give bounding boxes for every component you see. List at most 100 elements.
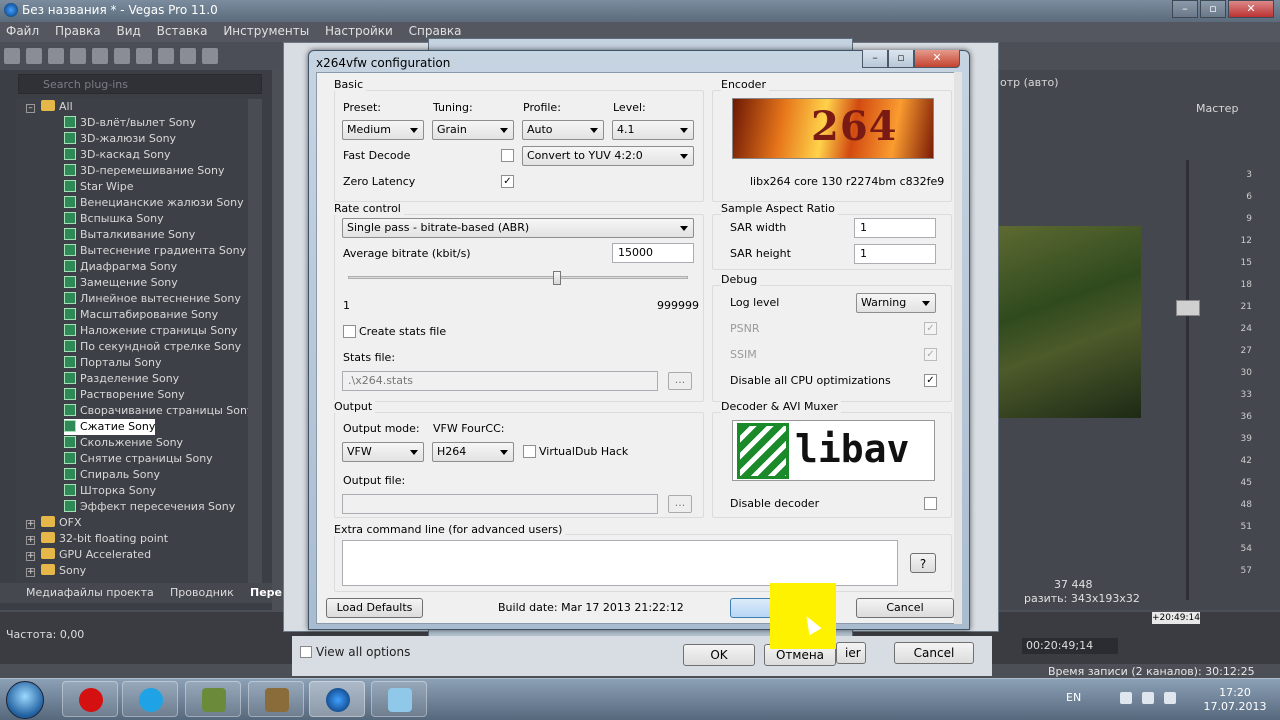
app-minimize-button[interactable]: –	[1172, 0, 1198, 18]
tree-root-all[interactable]: – All	[26, 99, 73, 115]
tab-transitions[interactable]: Пере	[250, 586, 282, 599]
bg-ier-button[interactable]: ier	[836, 642, 866, 664]
plugin-item[interactable]: Сворачивание страницы Sony	[64, 403, 253, 419]
bitrate-slider-track[interactable]	[348, 276, 688, 279]
cut-icon[interactable]	[114, 48, 130, 64]
stats-file-input[interactable]: .\x264.stats	[342, 371, 658, 391]
tab-explorer[interactable]: Проводник	[170, 586, 234, 599]
folder-item[interactable]: + OFX	[26, 515, 82, 531]
new-icon[interactable]	[4, 48, 20, 64]
master-fader-handle[interactable]	[1176, 300, 1200, 316]
fourcc-select[interactable]: H264	[432, 442, 514, 462]
output-file-input[interactable]	[342, 494, 658, 514]
ssim-checkbox[interactable]: ✓	[924, 348, 937, 361]
cursor-time-field[interactable]: 00:20:49;14	[1022, 638, 1118, 654]
plugin-item[interactable]: Растворение Sony	[64, 387, 185, 403]
plugin-search-input[interactable]: Search plug-ins	[18, 74, 262, 94]
average-bitrate-input[interactable]: 15000	[612, 243, 694, 263]
disable-decoder-checkbox[interactable]	[924, 497, 937, 510]
taskbar-app-3[interactable]	[371, 681, 427, 717]
plugin-tree[interactable]: – All 3D-влёт/вылет Sony 3D-жалюзи Sony 3D-к…	[16, 99, 253, 585]
expand-icon[interactable]: +	[26, 520, 35, 529]
fast-decode-checkbox[interactable]	[501, 149, 514, 162]
folder-item[interactable]: + Sony	[26, 563, 86, 579]
help-button[interactable]: ?	[910, 553, 936, 573]
plugin-item[interactable]: Шторка Sony	[64, 483, 156, 499]
psnr-checkbox[interactable]: ✓	[924, 322, 937, 335]
taskbar-app-2[interactable]	[248, 681, 304, 717]
app-maximize-button[interactable]: ▫	[1200, 0, 1226, 18]
app-close-button[interactable]: ✕	[1228, 0, 1274, 18]
load-defaults-button[interactable]: Load Defaults	[326, 598, 423, 618]
tray-language[interactable]: EN	[1066, 691, 1081, 704]
sar-height-input[interactable]: 1	[854, 244, 936, 264]
folder-item[interactable]: +32-bit floating point	[26, 531, 168, 547]
plugin-tree-scrollbar[interactable]	[248, 99, 262, 585]
tuning-select[interactable]: Grain	[432, 120, 514, 140]
plugin-item[interactable]: Замещение Sony	[64, 275, 178, 291]
bg-ok-button[interactable]: OK	[683, 644, 755, 666]
vdub-hack-checkbox[interactable]	[523, 445, 536, 458]
expand-icon[interactable]: +	[26, 568, 35, 577]
tab-project-media[interactable]: Медиафайлы проекта	[26, 586, 154, 599]
plugin-item[interactable]: Выталкивание Sony	[64, 227, 195, 243]
open-icon[interactable]	[26, 48, 42, 64]
copy-icon[interactable]	[136, 48, 152, 64]
plugin-item[interactable]: Вспышка Sony	[64, 211, 164, 227]
plugin-item[interactable]: Сжатие Sony	[64, 419, 156, 435]
tray-flag-icon[interactable]	[1120, 692, 1132, 704]
log-level-select[interactable]: Warning	[856, 293, 936, 313]
convert-select[interactable]: Convert to YUV 4:2:0	[522, 146, 694, 166]
plugin-item[interactable]: Вытеснение градиента Sony	[64, 243, 246, 259]
plugin-item[interactable]: Диафрагма Sony	[64, 259, 177, 275]
stats-file-browse-button[interactable]: ...	[668, 372, 692, 390]
taskbar-app-1[interactable]	[185, 681, 241, 717]
menu-insert[interactable]: Вставка	[151, 22, 214, 40]
plugin-item[interactable]: Порталы Sony	[64, 355, 162, 371]
plugin-item[interactable]: 3D-жалюзи Sony	[64, 131, 176, 147]
output-file-browse-button[interactable]: ...	[668, 495, 692, 513]
preview-quality-label[interactable]: отр (авто)	[1000, 76, 1059, 89]
plugin-item[interactable]: 3D-влёт/вылет Sony	[64, 115, 196, 131]
delete-icon[interactable]	[180, 48, 196, 64]
render-icon[interactable]	[92, 48, 108, 64]
cancel-button[interactable]: Cancel	[856, 598, 954, 618]
dialog-minimize-button[interactable]: –	[862, 50, 888, 68]
view-all-options-checkbox[interactable]: View all options	[300, 645, 410, 659]
paste-icon[interactable]	[158, 48, 174, 64]
properties-icon[interactable]	[70, 48, 86, 64]
tray-network-icon[interactable]	[1142, 692, 1154, 704]
plugin-item[interactable]: Спираль Sony	[64, 467, 160, 483]
create-stats-checkbox[interactable]	[343, 325, 356, 338]
plugin-item[interactable]: Масштабирование Sony	[64, 307, 218, 323]
output-mode-select[interactable]: VFW	[342, 442, 424, 462]
plugin-item[interactable]: Разделение Sony	[64, 371, 179, 387]
level-select[interactable]: 4.1	[612, 120, 694, 140]
menu-file[interactable]: Файл	[0, 22, 45, 40]
menu-view[interactable]: Вид	[110, 22, 146, 40]
collapse-icon[interactable]: –	[26, 104, 35, 113]
taskbar-vegas[interactable]	[309, 681, 365, 717]
dialog-maximize-button[interactable]: ▫	[888, 50, 914, 68]
folder-item[interactable]: + GPU Accelerated	[26, 547, 151, 563]
tray-clock[interactable]: 17:20 17.07.2013	[1200, 686, 1270, 714]
bg-cancel-button[interactable]: Cancel	[894, 642, 974, 664]
undo-icon[interactable]	[202, 48, 218, 64]
plugin-item[interactable]: Наложение страницы Sony	[64, 323, 237, 339]
plugin-item[interactable]: По секундной стрелке Sony	[64, 339, 241, 355]
plugin-item[interactable]: Star Wipe	[64, 179, 134, 195]
taskbar-skype[interactable]	[122, 681, 178, 717]
dialog-close-button[interactable]: ✕	[914, 50, 960, 68]
plugin-item[interactable]: 3D-перемешивание Sony	[64, 163, 224, 179]
taskbar-opera[interactable]	[62, 681, 118, 717]
tray-volume-icon[interactable]	[1164, 692, 1176, 704]
extra-cmd-textarea[interactable]	[342, 540, 898, 586]
plugin-item[interactable]: Линейное вытеснение Sony	[64, 291, 241, 307]
start-button-icon[interactable]	[6, 681, 44, 719]
bitrate-slider-thumb[interactable]	[553, 271, 561, 285]
profile-select[interactable]: Auto	[522, 120, 604, 140]
sar-width-input[interactable]: 1	[854, 218, 936, 238]
expand-icon[interactable]: +	[26, 552, 35, 561]
menu-options[interactable]: Настройки	[319, 22, 399, 40]
plugin-item[interactable]: Эффект пересечения Sony	[64, 499, 235, 515]
